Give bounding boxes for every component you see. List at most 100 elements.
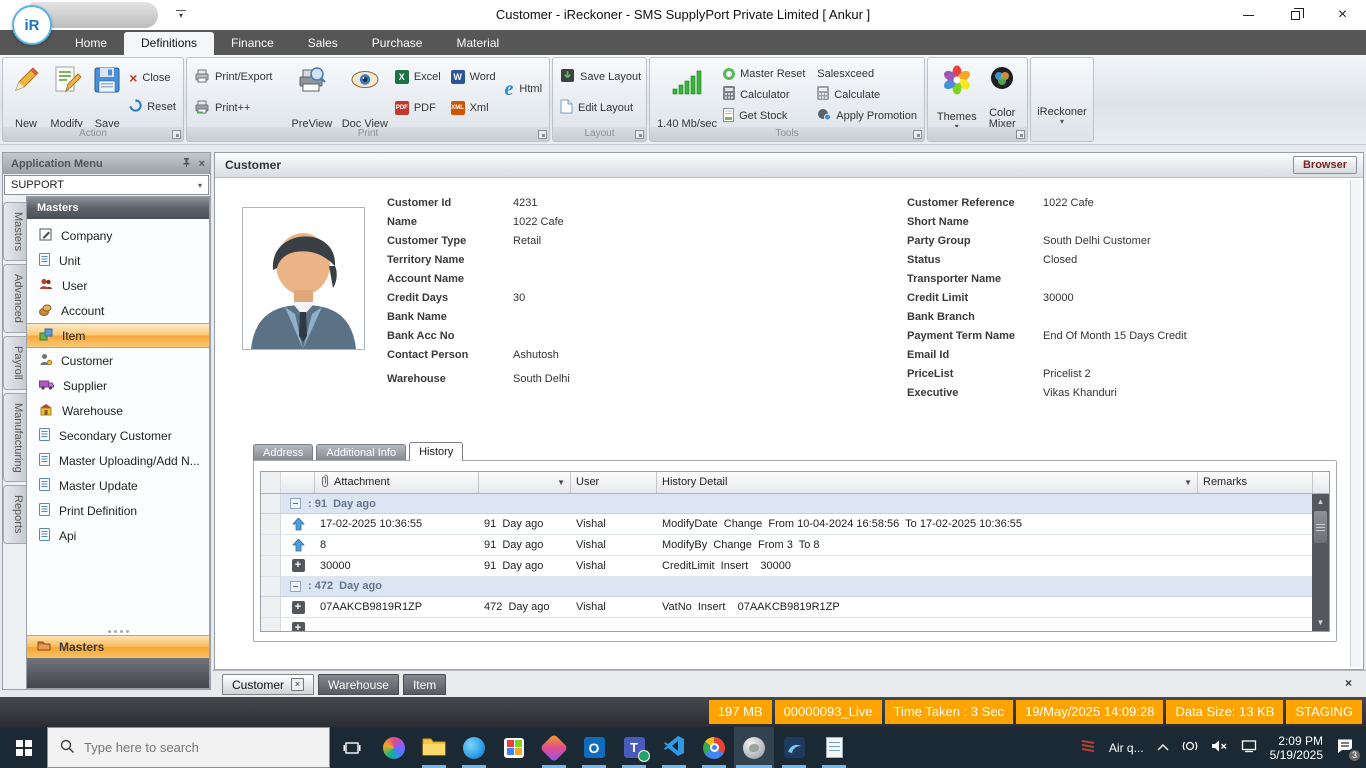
tools-dialog-launcher-icon[interactable] [913,130,922,139]
grid-header-age[interactable]: ▼ [479,472,571,493]
action-dialog-launcher-icon[interactable] [172,130,181,139]
word-button[interactable]: W Word [448,68,502,86]
task-view-button[interactable] [330,727,374,768]
app-logo[interactable]: iR [12,5,52,45]
air-quality-icon[interactable] [1080,738,1096,757]
print-plus-button[interactable]: Print++ [191,99,286,117]
form-scrollbar[interactable] [1350,180,1361,667]
save-button[interactable]: Save [88,60,126,130]
restore-button[interactable] [1272,0,1319,30]
sidebar-item-company[interactable]: Company [27,223,209,248]
new-button[interactable]: New [7,60,45,130]
table-row[interactable]: + 30000 91 Day ago Vishal CreditLimit In… [261,556,1312,577]
browser-button[interactable]: Browser [1293,156,1357,174]
grid-header-icon-col[interactable] [281,472,315,493]
tray-weather-label[interactable]: Air q... [1109,741,1144,755]
color-mixer-button[interactable]: Color Mixer [981,60,1023,130]
themes-button[interactable]: Themes ▾ [932,60,981,130]
grid-header-remarks[interactable]: Remarks [1198,472,1312,493]
minimize-button[interactable] [1225,0,1272,30]
print-dialog-launcher-icon[interactable] [538,130,547,139]
volume-muted-icon[interactable] [1211,739,1228,756]
close-tab-icon[interactable]: × [291,678,304,691]
edit-layout-button[interactable]: Edit Layout [557,99,644,117]
taskbar-app-notepad[interactable] [814,727,854,768]
tab-definitions[interactable]: Definitions [124,32,214,55]
table-row[interactable]: + 07AAKCB9819R1ZP 472 Day ago Vishal Vat… [261,597,1312,618]
layout-dialog-launcher-icon[interactable] [635,130,644,139]
panel-splitter[interactable] [27,627,209,635]
taskbar-search[interactable] [47,727,330,768]
taskbar-app-mysql-workbench[interactable] [774,727,814,768]
doc-tab-item[interactable]: Item [403,674,446,695]
sidebar-item-warehouse[interactable]: Warehouse [27,398,209,423]
modify-button[interactable]: Modify [45,60,88,130]
masters-bottom-button[interactable]: Masters [27,635,209,658]
excel-button[interactable]: X Excel [392,68,448,86]
start-button[interactable] [0,727,47,768]
ireckoner-menu-button[interactable]: iReckoner ▾ [1035,60,1089,139]
scroll-up-icon[interactable]: ▲ [1313,495,1328,509]
collapse-icon[interactable] [290,498,301,509]
sidebar-item-master-update[interactable]: Master Update [27,473,209,498]
html-button[interactable]: e Html [502,60,546,118]
doc-tab-customer[interactable]: Customer × [222,674,314,695]
taskbar-app-teams[interactable]: T [614,727,654,768]
sidebar-item-customer[interactable]: Customer [27,348,209,373]
tab-address[interactable]: Address [253,444,313,461]
tab-material[interactable]: Material [439,32,516,55]
print-export-button[interactable]: Print/Export [191,68,286,86]
sidebar-item-master-uploading[interactable]: Master Uploading/Add N... [27,448,209,473]
apply-promotion-button[interactable]: Apply Promotion [814,108,920,125]
sidebar-item-print-definition[interactable]: Print Definition [27,498,209,523]
taskbar-app-copilot[interactable] [374,727,414,768]
network-icon[interactable] [1241,739,1257,756]
sidebar-item-secondary-customer[interactable]: Secondary Customer [27,423,209,448]
tab-history[interactable]: History [409,442,463,461]
tab-additional-info[interactable]: Additional Info [316,444,406,461]
taskbar-app-chrome[interactable] [694,727,734,768]
taskbar-app-edge[interactable] [454,727,494,768]
preview-button[interactable]: PreView [286,60,338,130]
grid-header-history-detail[interactable]: History Detail▼ [657,472,1198,493]
salesxceed-button[interactable]: Salesxceed [814,65,920,82]
pin-icon[interactable] [182,157,191,170]
sidebar-item-user[interactable]: User [27,273,209,298]
vertical-tab-payroll[interactable]: Payroll [3,336,26,390]
customer-photo[interactable] [242,207,365,350]
grid-header-user[interactable]: User [571,472,657,493]
calculator-button[interactable]: Calculator [720,86,814,103]
sidebar-item-supplier[interactable]: Supplier [27,373,209,398]
filter-icon[interactable]: ▼ [557,478,565,487]
sidebar-item-account[interactable]: Account [27,298,209,323]
save-layout-button[interactable]: Save Layout [557,68,644,86]
taskbar-app-vscode[interactable] [654,727,694,768]
sidebar-item-api[interactable]: Api [27,523,209,548]
pdf-button[interactable]: PDF PDF [392,99,448,117]
tab-purchase[interactable]: Purchase [355,32,440,55]
sidebar-item-item[interactable]: Item [27,323,209,348]
vertical-tab-advanced[interactable]: Advanced [3,264,26,333]
table-row[interactable]: 17-02-2025 10:36:55 91 Day ago Vishal Mo… [261,514,1312,535]
doc-tab-warehouse[interactable]: Warehouse [318,674,399,695]
vertical-tab-reports[interactable]: Reports [3,485,26,544]
taskbar-app-store[interactable] [494,727,534,768]
taskbar-app-outlook[interactable]: O [574,727,614,768]
filter-icon[interactable]: ▼ [1184,478,1192,487]
screen-cast-icon[interactable] [1182,739,1198,756]
tab-home[interactable]: Home [58,32,124,55]
grid-group-row[interactable]: : 91 Day ago [261,494,1312,515]
grid-header-attachment[interactable]: Attachment [315,472,479,493]
close-all-tabs-icon[interactable]: × [1345,677,1352,689]
get-stock-button[interactable]: Get Stock [720,108,814,125]
tab-finance[interactable]: Finance [214,32,291,55]
grid-scrollbar[interactable]: ▲ ▼ [1312,472,1329,631]
reset-button[interactable]: Reset [126,98,179,116]
taskbar-app-file-explorer[interactable] [414,727,454,768]
grid-group-row[interactable]: : 472 Day ago [261,577,1312,598]
scroll-down-icon[interactable]: ▼ [1313,616,1328,630]
doc-view-button[interactable]: Doc View [338,60,392,130]
scrollbar-thumb[interactable] [1314,511,1327,543]
taskbar-clock[interactable]: 2:09 PM5/19/2025 [1270,734,1323,762]
module-selector[interactable]: SUPPORT ▾ [4,175,209,195]
